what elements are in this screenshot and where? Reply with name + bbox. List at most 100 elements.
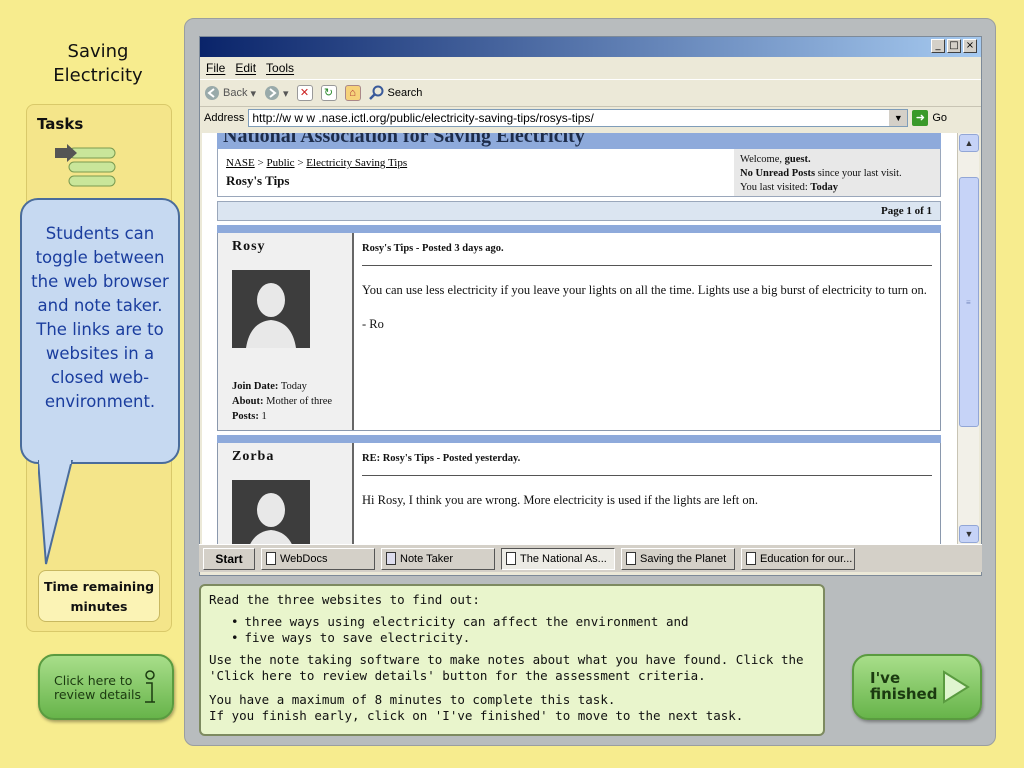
page-indicator: Page 1 of 1: [217, 201, 941, 221]
forward-button[interactable]: ▾: [264, 85, 289, 101]
app-title: Saving Electricity: [30, 40, 166, 88]
browser-toolbar: Back ▾ ▾ ✕ ↻ ⌂ Search: [200, 79, 981, 107]
taskbar-item-national-association[interactable]: The National As...: [501, 547, 615, 570]
last-visited-label: You last visited:: [740, 182, 808, 193]
document-icon: [746, 552, 756, 565]
about-value: Mother of three: [266, 396, 333, 407]
browser-window: _ □ × File Edit Tools Back ▾ ▾ ✕ ↻ ⌂ Sea…: [199, 36, 982, 576]
notes-icon: [386, 552, 396, 565]
address-label: Address: [204, 112, 245, 124]
document-icon: [506, 552, 516, 565]
taskbar-item-education[interactable]: Education for our...: [741, 547, 855, 570]
welcome-user: guest.: [784, 154, 811, 165]
thread-title: Rosy's Tips: [226, 173, 290, 188]
go-button[interactable]: ➜ Go: [912, 110, 947, 126]
post-body: RE: Rosy's Tips - Posted yesterday. Hi R…: [354, 443, 940, 545]
go-label: Go: [932, 112, 948, 124]
post-signature: - Ro: [362, 317, 384, 331]
callout-tail: [38, 460, 74, 565]
post-author-name: Rosy: [232, 239, 266, 254]
scroll-down-icon[interactable]: ▼: [959, 525, 979, 543]
search-button[interactable]: Search: [368, 85, 423, 101]
forum-post: Rosy Join Date: Today About: Mother of t…: [217, 233, 941, 431]
instructions-finish-early: If you finish early, click on 'I've fini…: [209, 708, 744, 723]
time-remaining: Time remaining minutes: [38, 570, 160, 622]
instructions-notes-para: Use the note taking software to make not…: [209, 652, 804, 683]
tasks-label: Tasks: [37, 115, 84, 133]
unread-rest: since your last visit.: [817, 168, 902, 179]
menu-file[interactable]: File: [206, 61, 225, 75]
taskbar-item-label: The National As...: [520, 552, 607, 565]
breadcrumb-electricity-saving-tips[interactable]: Electricity Saving Tips: [306, 157, 407, 169]
site-banner: National Association for Saving Electric…: [217, 133, 941, 149]
taskbar-item-note-taker[interactable]: Note Taker: [381, 547, 495, 570]
search-icon: [368, 85, 384, 100]
task-instructions: Read the three websites to find out: thr…: [199, 584, 825, 736]
menu-edit[interactable]: Edit: [235, 61, 256, 75]
document-icon: [626, 552, 636, 565]
taskbar-item-label: Education for our...: [760, 552, 853, 565]
back-button[interactable]: Back ▾: [204, 85, 256, 101]
forward-dropdown-icon[interactable]: ▾: [283, 87, 289, 100]
taskbar-item-label: Saving the Planet: [640, 552, 727, 565]
forward-arrow-icon: [265, 86, 279, 100]
post-author-panel: Rosy Join Date: Today About: Mother of t…: [218, 233, 354, 430]
url-dropdown-icon[interactable]: ▼: [889, 110, 908, 126]
go-arrow-icon: ➜: [912, 110, 929, 126]
breadcrumb-sep: >: [297, 157, 304, 169]
last-visited-value: Today: [810, 182, 839, 193]
instructions-time-limit: You have a maximum of 8 minutes to compl…: [209, 692, 616, 707]
app-title-line2: Electricity: [53, 65, 143, 86]
stop-icon[interactable]: ✕: [296, 85, 313, 101]
scroll-thumb[interactable]: ≡: [959, 177, 979, 427]
maximize-button[interactable]: □: [947, 39, 961, 53]
play-arrow-icon: [943, 670, 970, 704]
taskbar-item-webdocs[interactable]: WebDocs: [261, 547, 375, 570]
time-remaining-label: Time remaining: [43, 579, 155, 594]
url-field[interactable]: http://w w w .nase.ictl.org/public/elect…: [248, 109, 909, 127]
back-arrow-icon: [205, 86, 219, 100]
back-dropdown-icon[interactable]: ▾: [250, 87, 256, 100]
instructions-intro: Read the three websites to find out:: [209, 592, 480, 607]
start-button[interactable]: Start: [203, 547, 255, 570]
home-icon[interactable]: ⌂: [344, 85, 361, 101]
unread-posts: No Unread Posts: [740, 168, 816, 179]
post-text: You can use less electricity if you leav…: [362, 283, 927, 297]
forum-page: National Association for Saving Electric…: [217, 133, 941, 545]
breadcrumb-sep: >: [257, 157, 264, 169]
back-label: Back: [223, 87, 248, 99]
callout-text: Students can toggle between the web brow…: [31, 224, 169, 411]
breadcrumb-public[interactable]: Public: [266, 157, 294, 169]
forum-nav: NASE > Public > Electricity Saving Tips …: [217, 149, 941, 197]
forum-post: Zorba RE: Rosy's Tips - Posted yesterday…: [217, 443, 941, 545]
info-callout: Students can toggle between the web brow…: [20, 198, 180, 464]
app-title-line1: Saving: [67, 41, 129, 62]
instructions-list: three ways using electricity can affect …: [231, 614, 815, 646]
menu-tools[interactable]: Tools: [266, 61, 294, 75]
web-content: National Association for Saving Electric…: [202, 133, 957, 545]
join-date-value: Today: [280, 381, 307, 392]
task-list-icon[interactable]: [55, 143, 119, 191]
review-details-button[interactable]: Click here to review details: [38, 654, 174, 720]
avatar-icon: [232, 270, 310, 348]
welcome-prefix: Welcome,: [740, 154, 783, 165]
url-text: http://w w w .nase.ictl.org/public/elect…: [252, 111, 594, 125]
instructions-bullet: three ways using electricity can affect …: [231, 614, 815, 630]
post-header: RE: Rosy's Tips - Posted yesterday.: [362, 451, 932, 476]
scroll-up-icon[interactable]: ▲: [959, 134, 979, 152]
post-body: Rosy's Tips - Posted 3 days ago. You can…: [354, 233, 940, 430]
info-icon: [145, 670, 155, 703]
close-button[interactable]: ×: [963, 39, 977, 53]
avatar-icon: [232, 480, 310, 545]
refresh-icon[interactable]: ↻: [320, 85, 337, 101]
vertical-scrollbar[interactable]: ▲ ≡ ▼: [957, 133, 979, 545]
post-header-meta: - Posted yesterday.: [433, 453, 521, 464]
breadcrumb-nase[interactable]: NASE: [226, 157, 255, 169]
taskbar-item-label: WebDocs: [280, 552, 328, 565]
taskbar-item-saving-the-planet[interactable]: Saving the Planet: [621, 547, 735, 570]
document-icon: [266, 552, 276, 565]
search-label: Search: [387, 87, 423, 99]
grip-icon: ≡: [966, 298, 971, 307]
minimize-button[interactable]: _: [931, 39, 945, 53]
finished-button[interactable]: I've finished: [852, 654, 982, 720]
